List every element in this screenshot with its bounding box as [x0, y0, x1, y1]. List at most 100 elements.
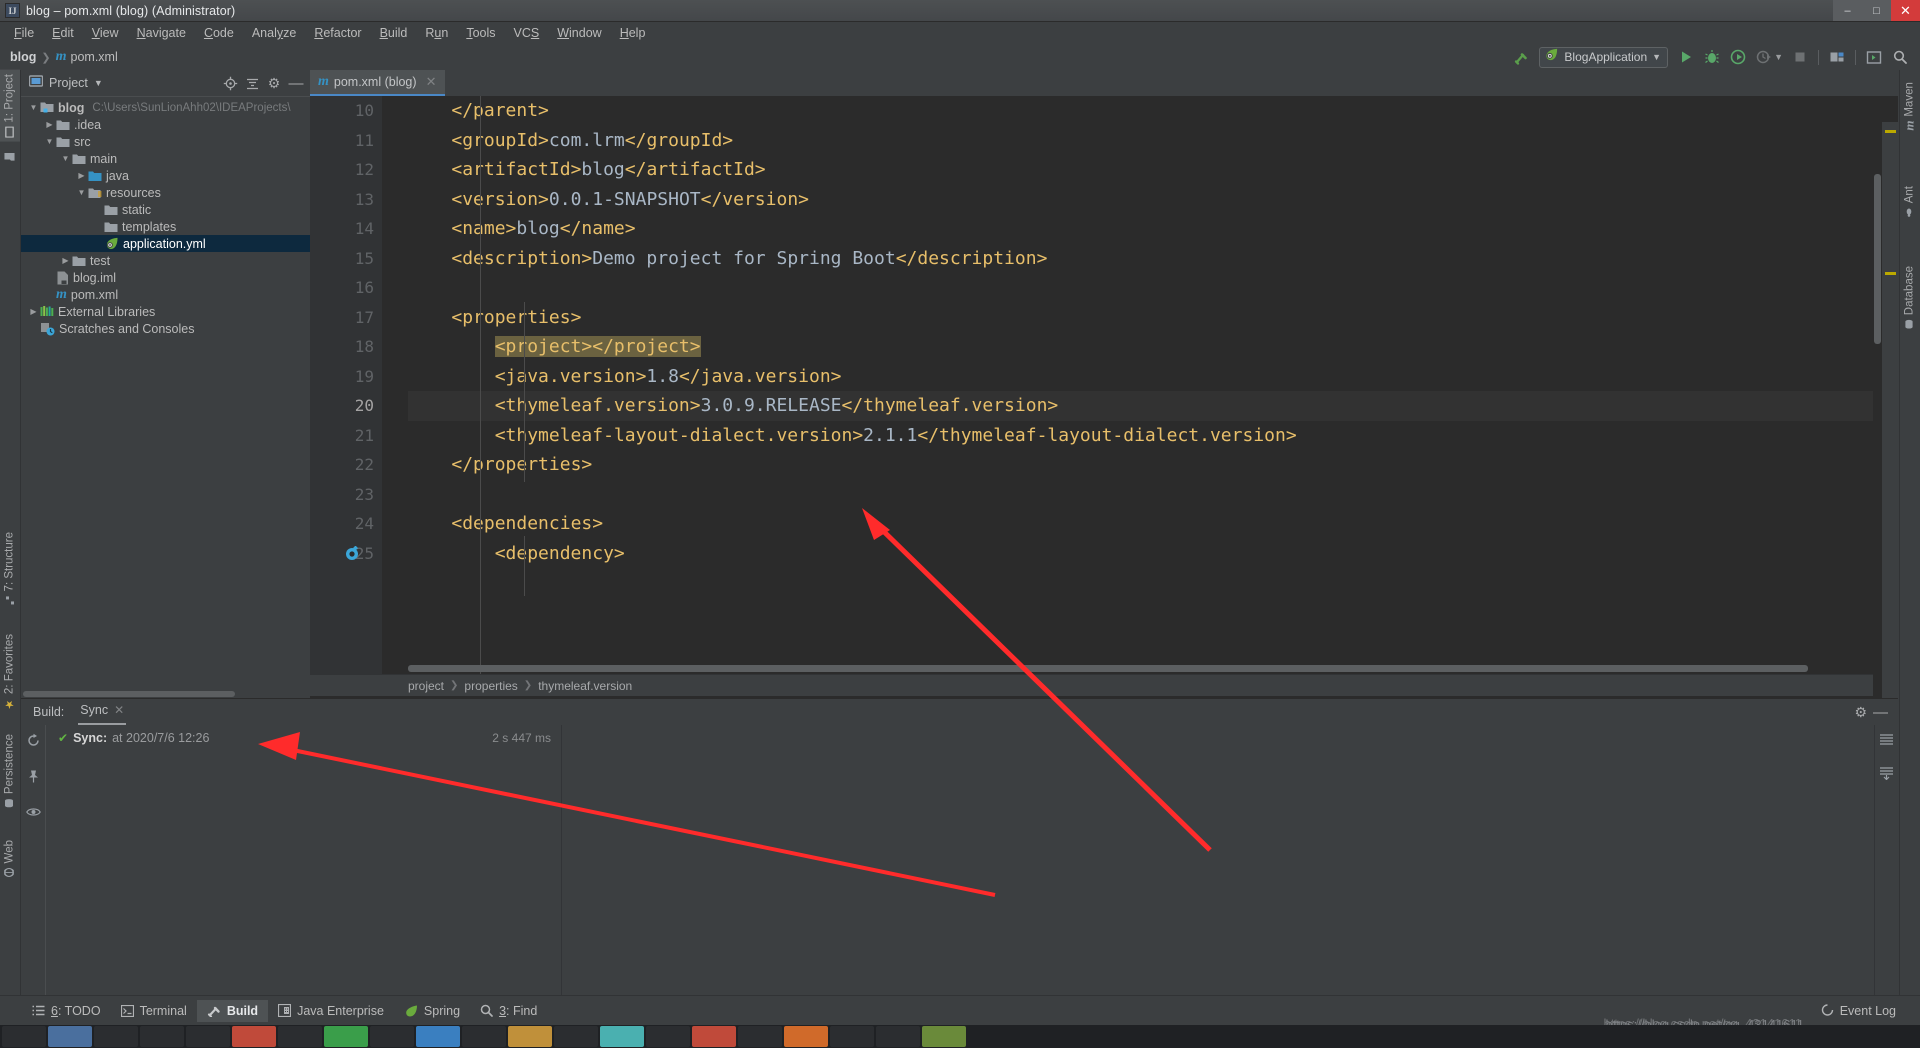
tree-node--idea[interactable]: ▶.idea — [21, 116, 310, 133]
code-content[interactable]: </parent> <groupId>com.lrm</groupId> <ar… — [408, 96, 1898, 674]
chevron-down-icon[interactable]: ▼ — [27, 103, 40, 112]
scrollbar-thumb[interactable] — [23, 691, 235, 697]
settings-gear-icon[interactable]: ⚙ — [264, 73, 284, 93]
taskbar-item[interactable] — [738, 1026, 782, 1047]
tree-node-application-yml[interactable]: application.yml — [21, 235, 310, 252]
marker-warning[interactable] — [1885, 272, 1896, 275]
line-number-12[interactable]: 12 — [310, 155, 382, 185]
chevron-down-icon[interactable]: ▼ — [43, 137, 56, 146]
line-number-25[interactable]: 25− — [310, 539, 382, 569]
chevron-down-icon[interactable]: ▼ — [1652, 52, 1661, 62]
sidebar-item-database[interactable]: Database — [1899, 262, 1920, 333]
line-number-19[interactable]: 19 — [310, 362, 382, 392]
build-tab-sync[interactable]: Sync ✕ — [78, 701, 126, 725]
chevron-right-icon[interactable]: ▶ — [59, 256, 72, 265]
editor-horizontal-scrollbar[interactable] — [408, 665, 1808, 672]
menu-edit[interactable]: Edit — [43, 24, 83, 42]
search-everywhere-icon[interactable] — [1888, 46, 1912, 68]
hammer-icon[interactable] — [1509, 46, 1533, 68]
taskbar-item[interactable] — [600, 1026, 644, 1047]
code-line-21[interactable]: <thymeleaf-layout-dialect.version>2.1.1<… — [408, 421, 1898, 451]
tree-node-src[interactable]: ▼src — [21, 133, 310, 150]
taskbar-item[interactable] — [830, 1026, 874, 1047]
build-result-tree[interactable]: ✔ Sync: at 2020/7/6 12:26 2 s 447 ms — [45, 725, 562, 995]
scrollbar-thumb[interactable] — [1874, 174, 1881, 344]
code-line-22[interactable]: </properties> — [408, 450, 1898, 480]
maximize-button[interactable]: □ — [1862, 0, 1891, 21]
line-number-23[interactable]: 23 — [310, 480, 382, 510]
run-play-icon[interactable] — [1674, 46, 1698, 68]
error-stripe-markers[interactable] — [1882, 122, 1898, 700]
expand-all-icon[interactable] — [1879, 733, 1894, 752]
breadcrumb-thymeleaf-version-tag[interactable]: thymeleaf.version — [538, 679, 632, 693]
menu-tools[interactable]: Tools — [457, 24, 504, 42]
menu-vcs[interactable]: VCS — [505, 24, 549, 42]
code-line-10[interactable]: </parent> — [408, 96, 1898, 126]
chevron-down-icon[interactable]: ▼ — [75, 188, 88, 197]
tree-node-test[interactable]: ▶test — [21, 252, 310, 269]
chevron-down-icon[interactable]: ▼ — [59, 154, 72, 163]
code-line-14[interactable]: <name>blog</name> — [408, 214, 1898, 244]
line-number-21[interactable]: 21 — [310, 421, 382, 451]
taskbar-item[interactable] — [554, 1026, 598, 1047]
code-line-17[interactable]: <properties> — [408, 303, 1898, 333]
debug-bug-icon[interactable] — [1700, 46, 1724, 68]
code-line-16[interactable] — [408, 273, 1898, 303]
tree-node-main[interactable]: ▼main — [21, 150, 310, 167]
breadcrumb-project-tag[interactable]: project — [408, 679, 444, 693]
sidebar-item-ant[interactable]: Ant — [1899, 182, 1920, 221]
code-line-15[interactable]: <description>Demo project for Spring Boo… — [408, 244, 1898, 274]
chevron-right-icon[interactable]: ▶ — [43, 120, 56, 129]
taskbar-item[interactable] — [646, 1026, 690, 1047]
minimize-button[interactable]: – — [1833, 0, 1862, 21]
tree-node-external-libraries[interactable]: ▶External Libraries — [21, 303, 310, 320]
tree-node-blog[interactable]: ▼blogC:\Users\SunLionAhh02\IDEAProjects\ — [21, 99, 310, 116]
tree-node-resources[interactable]: ▼resources — [21, 184, 310, 201]
line-number-13[interactable]: 13 — [310, 185, 382, 215]
project-structure-icon[interactable] — [1825, 46, 1849, 68]
taskbar-item[interactable] — [416, 1026, 460, 1047]
taskbar-item[interactable] — [94, 1026, 138, 1047]
statusbar-event-log[interactable]: Event Log — [1811, 1000, 1906, 1022]
chevron-right-icon[interactable]: ▶ — [27, 307, 40, 316]
close-icon[interactable]: ✕ — [114, 703, 124, 717]
collapse-all-icon[interactable] — [1879, 766, 1894, 785]
tree-node-scratches-and-consoles[interactable]: Scratches and Consoles — [21, 320, 310, 337]
line-number-10[interactable]: 10− — [310, 96, 382, 126]
statusbar-item-3-find[interactable]: 3: Find — [470, 1000, 547, 1022]
marker-warning[interactable] — [1885, 130, 1896, 133]
menu-view[interactable]: View — [83, 24, 128, 42]
sidebar-item-maven[interactable]: m Maven — [1899, 78, 1920, 135]
taskbar-item[interactable] — [140, 1026, 184, 1047]
taskbar-item[interactable] — [508, 1026, 552, 1047]
taskbar-item[interactable] — [48, 1026, 92, 1047]
taskbar-start-button[interactable] — [2, 1026, 46, 1047]
taskbar-item[interactable] — [876, 1026, 920, 1047]
gear-icon[interactable]: ⚙ — [1854, 704, 1867, 721]
sidebar-item-project-files[interactable] — [0, 148, 20, 166]
line-number-20[interactable]: 20 — [310, 391, 382, 421]
taskbar-item[interactable] — [278, 1026, 322, 1047]
chevron-down-icon[interactable]: ▼ — [1774, 52, 1783, 62]
line-number-14[interactable]: 14 — [310, 214, 382, 244]
menu-analyze[interactable]: Analyze — [243, 24, 305, 42]
fold-strip[interactable] — [382, 96, 408, 674]
code-line-18[interactable]: <project></project> — [408, 332, 1898, 362]
line-number-22[interactable]: 22− — [310, 450, 382, 480]
taskbar-item[interactable] — [784, 1026, 828, 1047]
sidebar-item-persistence[interactable]: Persistence — [0, 730, 20, 812]
line-number-gutter[interactable]: 10−11121314151617−1819202122−2324−25− — [310, 96, 382, 674]
code-line-25[interactable]: <dependency> — [408, 539, 1898, 569]
taskbar-item[interactable] — [324, 1026, 368, 1047]
code-line-20[interactable]: <thymeleaf.version>3.0.9.RELEASE</thymel… — [408, 391, 1898, 421]
chevron-down-icon[interactable]: ▼ — [94, 78, 103, 88]
taskbar-item[interactable] — [692, 1026, 736, 1047]
locate-icon[interactable] — [220, 73, 240, 93]
statusbar-item-spring[interactable]: Spring — [394, 1000, 470, 1022]
tree-node-java[interactable]: ▶java — [21, 167, 310, 184]
build-sync-row[interactable]: ✔ Sync: at 2020/7/6 12:26 2 s 447 ms — [46, 729, 561, 747]
menu-window[interactable]: Window — [548, 24, 610, 42]
collapse-all-icon[interactable] — [242, 73, 262, 93]
breadcrumb-properties-tag[interactable]: properties — [464, 679, 517, 693]
tree-node-blog-iml[interactable]: blog.iml — [21, 269, 310, 286]
